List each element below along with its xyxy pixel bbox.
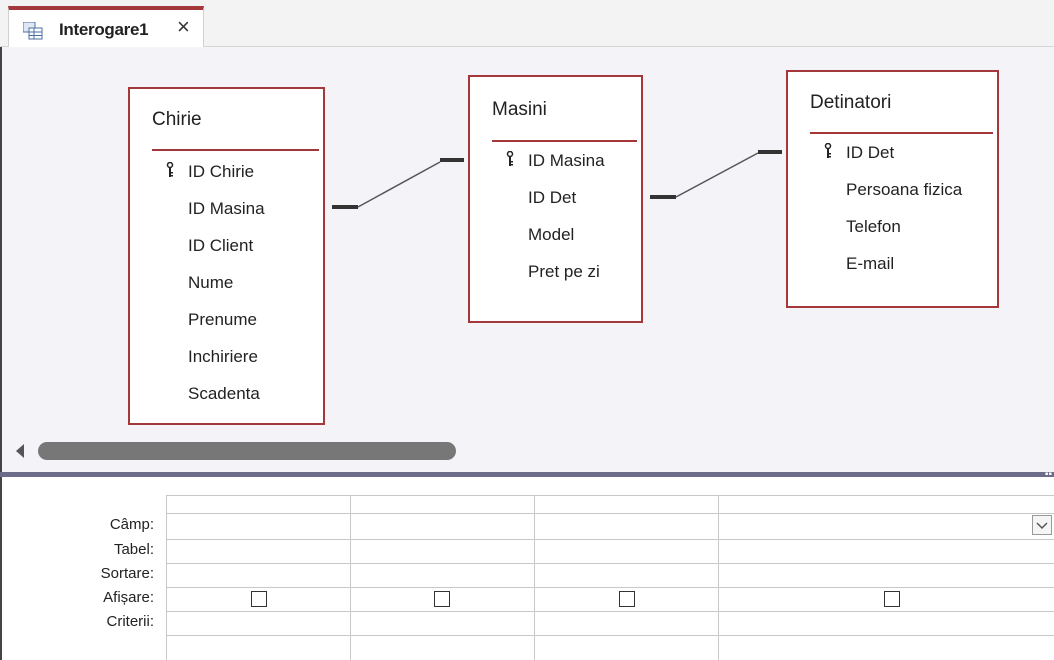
field-item[interactable]: E-mail: [846, 254, 894, 274]
field-item[interactable]: Scadenta: [188, 384, 260, 404]
row-label-afisare: Afișare:: [103, 589, 154, 606]
grid-line: [166, 495, 167, 660]
show-checkbox-1[interactable]: [251, 591, 267, 607]
field-item[interactable]: ID Client: [188, 236, 253, 256]
grid-line: [166, 563, 1054, 564]
grid-line: [166, 513, 1054, 514]
key-icon: [166, 162, 174, 177]
field-dropdown-button[interactable]: [1032, 515, 1052, 535]
field-item[interactable]: ID Masina: [188, 199, 265, 219]
query-design-grid: Câmp: Tabel: Sortare: Afișare: Criterii:: [0, 477, 1054, 660]
grid-line: [166, 587, 1054, 588]
divider: [492, 140, 637, 142]
scroll-left-icon[interactable]: [16, 444, 24, 458]
row-label-sortare: Sortare:: [100, 565, 154, 582]
table-detinatori[interactable]: Detinatori ID Det Persoana fizica Telefo…: [786, 70, 999, 308]
close-icon[interactable]: ×: [177, 16, 190, 38]
row-label-criterii: Criterii:: [106, 613, 155, 630]
grid-line: [166, 539, 1054, 540]
grid-line: [350, 495, 351, 660]
document-tab-bar: Interogare1 ×: [0, 0, 1054, 47]
key-icon: [824, 143, 832, 158]
show-checkbox-3[interactable]: [619, 591, 635, 607]
field-item[interactable]: ID Det: [528, 188, 576, 208]
field-item[interactable]: Nume: [188, 273, 233, 293]
grid-line: [718, 495, 719, 660]
divider: [810, 132, 993, 134]
chevron-down-icon: [1036, 522, 1048, 530]
field-item[interactable]: Telefon: [846, 217, 901, 237]
show-checkbox-4[interactable]: [884, 591, 900, 607]
grid-line: [166, 495, 1054, 496]
field-item[interactable]: ID Det: [846, 143, 894, 163]
query-design-area: Chirie ID Chirie ID Masina ID Client Num…: [0, 47, 1054, 430]
grid-line: [534, 495, 535, 660]
grid-line: [166, 635, 1054, 636]
horizontal-scrollbar[interactable]: [0, 430, 1054, 472]
row-label-tabel: Tabel:: [113, 541, 154, 558]
table-title: Detinatori: [810, 92, 892, 113]
row-label-camp: Câmp:: [109, 516, 154, 533]
table-title: Chirie: [152, 109, 202, 130]
field-item[interactable]: Pret pe zi: [528, 262, 600, 282]
field-item[interactable]: Prenume: [188, 310, 257, 330]
grid-line: [166, 611, 1054, 612]
query-icon: [23, 22, 43, 40]
table-chirie[interactable]: Chirie ID Chirie ID Masina ID Client Num…: [128, 87, 325, 425]
field-item[interactable]: ID Chirie: [188, 162, 254, 182]
field-item[interactable]: Inchiriere: [188, 347, 258, 367]
scrollbar-thumb[interactable]: [38, 442, 456, 460]
divider: [152, 149, 319, 151]
show-checkbox-2[interactable]: [434, 591, 450, 607]
field-item[interactable]: Persoana fizica: [846, 180, 962, 200]
table-masini[interactable]: Masini ID Masina ID Det Model Pret pe zi: [468, 75, 643, 323]
tab-interogare1[interactable]: Interogare1 ×: [8, 6, 204, 47]
field-item[interactable]: ID Masina: [528, 151, 605, 171]
field-item[interactable]: Model: [528, 225, 574, 245]
tab-title: Interogare1: [59, 20, 149, 39]
table-title: Masini: [492, 99, 547, 120]
key-icon: [506, 151, 514, 166]
